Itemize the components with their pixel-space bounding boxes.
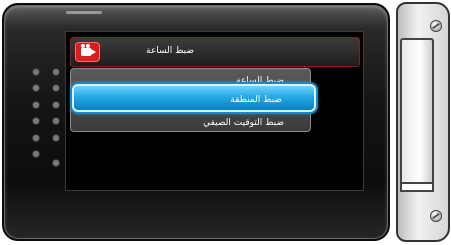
touch-dot-12[interactable] xyxy=(53,160,59,166)
touch-dot-4[interactable] xyxy=(53,85,59,91)
screw-icon xyxy=(430,210,442,222)
touch-dot-3[interactable] xyxy=(33,85,39,91)
touch-dot-5[interactable] xyxy=(33,102,39,108)
menu-item-daylight-saving[interactable]: ضبط التوقيت الصيفي xyxy=(203,117,284,129)
touch-dot-2[interactable] xyxy=(53,69,59,75)
touch-dot-9[interactable] xyxy=(33,135,39,141)
touch-dot-8[interactable] xyxy=(53,118,59,124)
menu-title: ضبط الساعة xyxy=(146,46,194,56)
video-camera-icon xyxy=(75,42,100,62)
touch-dot-10[interactable] xyxy=(53,135,59,141)
touch-dot-11[interactable] xyxy=(33,151,39,157)
top-slot xyxy=(66,11,102,14)
touch-dot-6[interactable] xyxy=(53,102,59,108)
screw-icon xyxy=(430,20,442,32)
hinge-tab xyxy=(400,182,434,192)
menu-item-area-setting[interactable]: ضبط المنطقة xyxy=(72,84,316,112)
touch-dot-7[interactable] xyxy=(33,118,39,124)
touch-dot-1[interactable] xyxy=(33,69,39,75)
menu-item-label: ضبط المنطقة xyxy=(230,95,282,105)
hinge-panel xyxy=(400,38,434,188)
